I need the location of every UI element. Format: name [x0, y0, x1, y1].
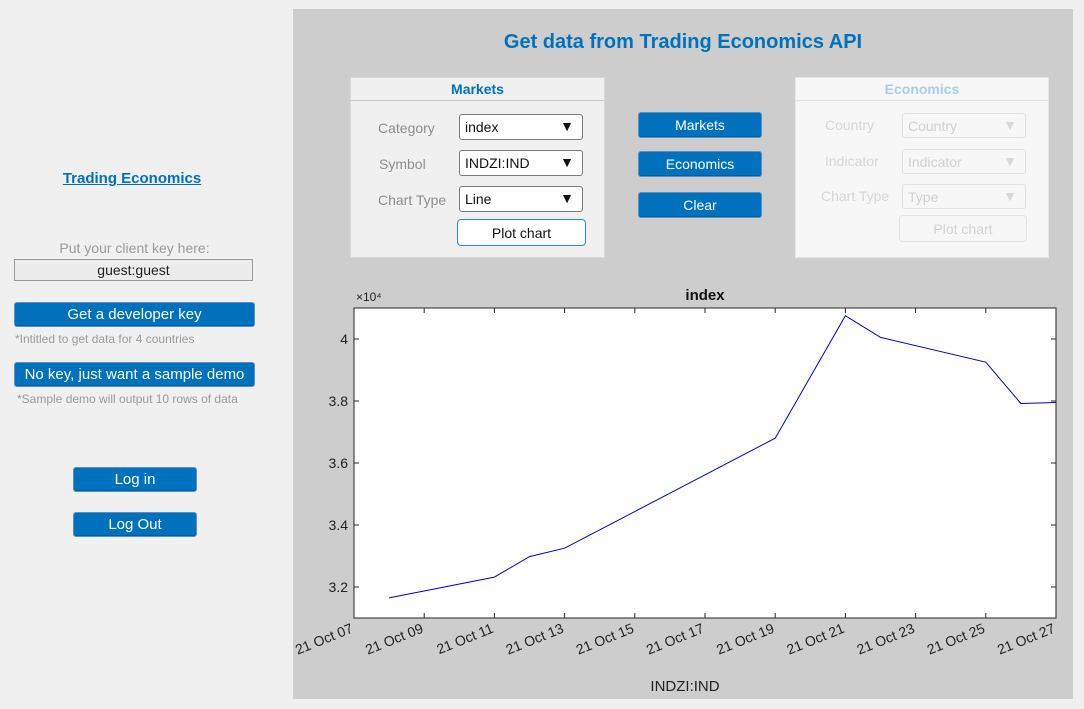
y-tick-label: 3.4	[329, 517, 349, 533]
category-label: Category	[378, 120, 435, 136]
markets-panel-title: Markets	[451, 81, 504, 97]
chevron-down-icon: ▼	[560, 190, 574, 206]
line-chart: 21 Oct 07 21 Oct 09 21 Oct 11 21 Oct 13 21 O…	[293, 287, 1057, 695]
developer-key-note: *Intitled to get data for 4 countries	[15, 332, 195, 346]
chart-type-label: Chart Type	[378, 192, 447, 208]
divider	[351, 100, 604, 101]
x-tick-label: 21 Oct 19	[714, 620, 776, 658]
markets-button[interactable]: Markets	[638, 112, 762, 138]
y-exponent-label: ×10⁴	[356, 290, 382, 304]
econ-chart-type-dropdown: Type ▼	[902, 184, 1026, 209]
x-tick-label: 21 Oct 13	[503, 620, 565, 658]
trading-economics-link[interactable]: Trading Economics	[0, 170, 264, 187]
client-key-label: Put your client key here:	[59, 240, 210, 256]
chevron-down-icon: ▼	[1003, 188, 1017, 204]
country-label: Country	[825, 117, 875, 133]
category-value: index	[465, 119, 499, 135]
chevron-down-icon: ▼	[560, 118, 574, 134]
chevron-down-icon: ▼	[560, 154, 574, 170]
x-axis-label: INDZI:IND	[650, 678, 719, 695]
chevron-down-icon: ▼	[1003, 117, 1017, 133]
page-title: Get data from Trading Economics API	[503, 31, 863, 53]
economics-panel-title: Economics	[884, 81, 960, 97]
clear-button[interactable]: Clear	[638, 192, 762, 218]
plot-area	[353, 307, 1057, 619]
login-button[interactable]: Log in	[73, 467, 197, 492]
y-tick-label: 3.8	[329, 393, 349, 409]
symbol-value: INDZI:IND	[465, 155, 530, 171]
econ-chart-type-label: Chart Type	[821, 188, 890, 204]
sample-demo-button[interactable]: No key, just want a sample demo	[14, 362, 255, 387]
logout-button[interactable]: Log Out	[73, 512, 197, 537]
y-tick-label: 4	[340, 331, 348, 347]
chevron-down-icon: ▼	[1003, 153, 1017, 169]
x-tick-label: 21 Oct 21	[784, 620, 846, 658]
x-tick-label: 21 Oct 15	[574, 620, 636, 658]
symbol-label: Symbol	[379, 156, 426, 172]
x-tick-label: 21 Oct 25	[925, 620, 987, 658]
economics-panel: Economics Country Country ▼ Indicator In…	[795, 77, 1049, 258]
x-tick-label: 21 Oct 11	[434, 620, 496, 657]
client-key-input[interactable]	[14, 259, 253, 281]
x-tick-label: 21 Oct 07	[293, 620, 355, 658]
x-tick-label: 21 Oct 27	[995, 620, 1057, 658]
indicator-dropdown: Indicator ▼	[902, 149, 1026, 174]
economics-plot-chart-button: Plot chart	[899, 215, 1027, 242]
indicator-label: Indicator	[825, 153, 879, 169]
chart-title: index	[685, 287, 725, 304]
economics-button[interactable]: Economics	[638, 151, 762, 177]
sample-demo-note: *Sample demo will output 10 rows of data	[17, 392, 238, 406]
get-developer-key-button[interactable]: Get a developer key	[14, 302, 255, 327]
divider	[796, 100, 1048, 101]
y-tick-label: 3.2	[329, 579, 349, 595]
chart-type-value: Line	[465, 191, 492, 207]
x-tick-label: 21 Oct 09	[363, 620, 425, 658]
indicator-value: Indicator	[908, 153, 962, 170]
markets-plot-chart-button[interactable]: Plot chart	[457, 219, 586, 246]
x-tick-label: 21 Oct 17	[644, 620, 706, 658]
y-tick-label: 3.6	[329, 455, 349, 471]
country-value: Country	[908, 117, 958, 134]
category-dropdown[interactable]: index ▼	[459, 114, 583, 140]
econ-chart-type-value: Type	[908, 188, 939, 205]
symbol-dropdown[interactable]: INDZI:IND ▼	[459, 150, 583, 176]
country-dropdown: Country ▼	[902, 113, 1026, 138]
x-tick-label: 21 Oct 23	[854, 620, 916, 658]
chart-type-dropdown[interactable]: Line ▼	[459, 186, 583, 212]
markets-panel: Markets Category index ▼ Symbol INDZI:IN…	[350, 77, 605, 258]
